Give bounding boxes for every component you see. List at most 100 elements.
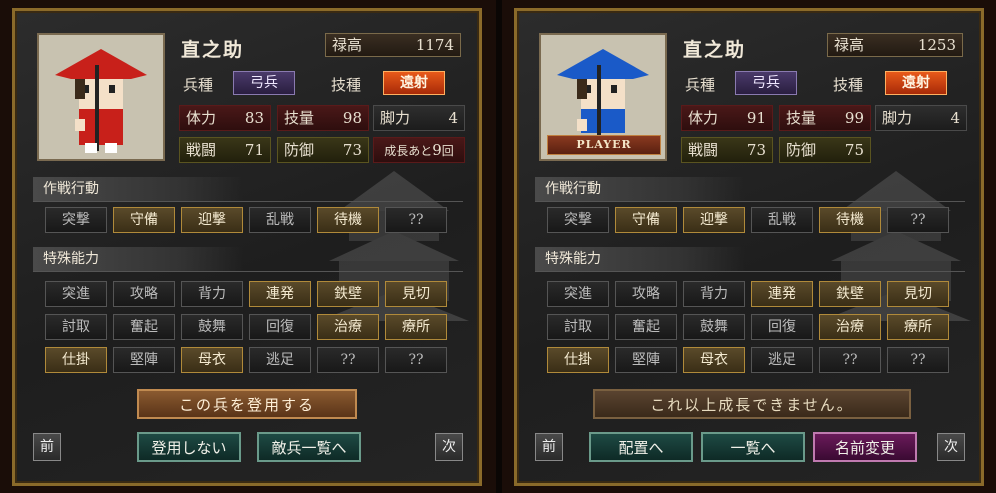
section-rule — [535, 201, 965, 202]
max-growth-notice: これ以上成長できません。 — [593, 389, 911, 419]
ability-button[interactable]: 母衣 — [683, 347, 745, 373]
unit-portrait — [37, 33, 165, 161]
ability-button[interactable]: 奮起 — [615, 314, 677, 340]
tactic-button[interactable]: 乱戦 — [751, 207, 813, 233]
ability-button[interactable]: 回復 — [751, 314, 813, 340]
stat-defense: 防御 75 — [779, 137, 871, 163]
player-tag: PLAYER — [547, 135, 661, 155]
ability-button[interactable]: 見切 — [385, 281, 447, 307]
stat-move: 脚力 4 — [875, 105, 967, 131]
tactics-section-title: 作戦行動 — [33, 177, 243, 201]
next-button[interactable]: 次 — [937, 433, 965, 461]
stat-move: 脚力 4 — [373, 105, 465, 131]
tactic-button[interactable]: 突撃 — [547, 207, 609, 233]
abilities-section-title: 特殊能力 — [535, 247, 745, 271]
prev-button[interactable]: 前 — [33, 433, 61, 461]
tactic-button[interactable]: ?? — [887, 207, 949, 233]
unit-type-value: 弓兵 — [233, 71, 295, 95]
ability-button[interactable]: 療所 — [385, 314, 447, 340]
unit-type-label: 兵種 — [183, 76, 214, 94]
growth-remaining-badge: 成長あと9回 — [373, 137, 465, 163]
ability-button[interactable]: 討取 — [547, 314, 609, 340]
stipend-value: 1174 — [415, 36, 454, 54]
skill-type-label: 技種 — [331, 76, 362, 94]
ability-button[interactable]: ?? — [887, 347, 949, 373]
stat-defense: 防御 73 — [277, 137, 369, 163]
stat-skill: 技量 98 — [277, 105, 369, 131]
stipend-label: 禄高 — [834, 36, 865, 54]
unit-type-label: 兵種 — [685, 76, 716, 94]
ability-button[interactable]: 母衣 — [181, 347, 243, 373]
stipend-label: 禄高 — [332, 36, 363, 54]
ability-button[interactable]: 鼓舞 — [683, 314, 745, 340]
ability-button[interactable]: ?? — [819, 347, 881, 373]
recruit-button[interactable]: この兵を登用する — [137, 389, 357, 419]
skill-type-label: 技種 — [833, 76, 864, 94]
section-rule — [33, 271, 463, 272]
skill-type-value: 遠射 — [885, 71, 947, 95]
ability-button[interactable]: 仕掛 — [547, 347, 609, 373]
stipend-box: 禄高 1253 — [827, 33, 963, 57]
tactic-button[interactable]: ?? — [385, 207, 447, 233]
deploy-button[interactable]: 配置へ — [589, 432, 693, 462]
ability-button[interactable]: 療所 — [887, 314, 949, 340]
next-button[interactable]: 次 — [435, 433, 463, 461]
decline-button[interactable]: 登用しない — [137, 432, 241, 462]
tactic-button[interactable]: 待機 — [317, 207, 379, 233]
ability-button[interactable]: 堅陣 — [615, 347, 677, 373]
ability-button[interactable]: 逃足 — [751, 347, 813, 373]
rename-button[interactable]: 名前変更 — [813, 432, 917, 462]
stat-attack: 戦闘 73 — [681, 137, 773, 163]
unit-name: 直之助 — [181, 39, 245, 61]
tactic-button[interactable]: 乱戦 — [249, 207, 311, 233]
ability-button[interactable]: 鉄壁 — [317, 281, 379, 307]
ability-button[interactable]: 見切 — [887, 281, 949, 307]
ability-button[interactable]: 奮起 — [113, 314, 175, 340]
prev-button[interactable]: 前 — [535, 433, 563, 461]
stat-hp: 体力 91 — [681, 105, 773, 131]
tactic-button[interactable]: 守備 — [113, 207, 175, 233]
ability-button[interactable]: 攻略 — [615, 281, 677, 307]
ability-button[interactable]: 仕掛 — [45, 347, 107, 373]
ability-button[interactable]: 鉄壁 — [819, 281, 881, 307]
abilities-section-title: 特殊能力 — [33, 247, 243, 271]
stat-attack: 戦闘 71 — [179, 137, 271, 163]
enemy-list-button[interactable]: 敵兵一覧へ — [257, 432, 361, 462]
section-rule — [535, 271, 965, 272]
ability-button[interactable]: 治療 — [819, 314, 881, 340]
ability-button[interactable]: 連発 — [751, 281, 813, 307]
skill-type-value: 遠射 — [383, 71, 445, 95]
ability-button[interactable]: 鼓舞 — [181, 314, 243, 340]
archer-sprite-icon — [39, 35, 163, 159]
ability-button[interactable]: 突進 — [45, 281, 107, 307]
enemy-unit-panel: 直之助 禄高 1174 兵種 弓兵 技種 遠射 体力 83 技量 98 脚力 4 戦闘… — [12, 8, 482, 486]
stat-skill: 技量 99 — [779, 105, 871, 131]
stipend-box: 禄高 1174 — [325, 33, 461, 57]
ability-button[interactable]: 回復 — [249, 314, 311, 340]
tactic-button[interactable]: 待機 — [819, 207, 881, 233]
tactic-button[interactable]: 守備 — [615, 207, 677, 233]
tactics-section-title: 作戦行動 — [535, 177, 745, 201]
ability-button[interactable]: 堅陣 — [113, 347, 175, 373]
ability-button[interactable]: 逃足 — [249, 347, 311, 373]
ability-button[interactable]: ?? — [385, 347, 447, 373]
panel-divider — [496, 0, 502, 493]
tactic-button[interactable]: 迎撃 — [683, 207, 745, 233]
ability-button[interactable]: 討取 — [45, 314, 107, 340]
player-unit-panel: PLAYER 直之助 禄高 1253 兵種 弓兵 技種 遠射 体力 91 技量 99… — [514, 8, 984, 486]
ability-button[interactable]: 連発 — [249, 281, 311, 307]
unit-name: 直之助 — [683, 39, 747, 61]
stat-hp: 体力 83 — [179, 105, 271, 131]
ability-button[interactable]: 攻略 — [113, 281, 175, 307]
tactic-button[interactable]: 迎撃 — [181, 207, 243, 233]
list-button[interactable]: 一覧へ — [701, 432, 805, 462]
ability-button[interactable]: ?? — [317, 347, 379, 373]
ability-button[interactable]: 背力 — [683, 281, 745, 307]
unit-type-value: 弓兵 — [735, 71, 797, 95]
section-rule — [33, 201, 463, 202]
stipend-value: 1253 — [917, 36, 956, 54]
ability-button[interactable]: 突進 — [547, 281, 609, 307]
ability-button[interactable]: 治療 — [317, 314, 379, 340]
tactic-button[interactable]: 突撃 — [45, 207, 107, 233]
ability-button[interactable]: 背力 — [181, 281, 243, 307]
